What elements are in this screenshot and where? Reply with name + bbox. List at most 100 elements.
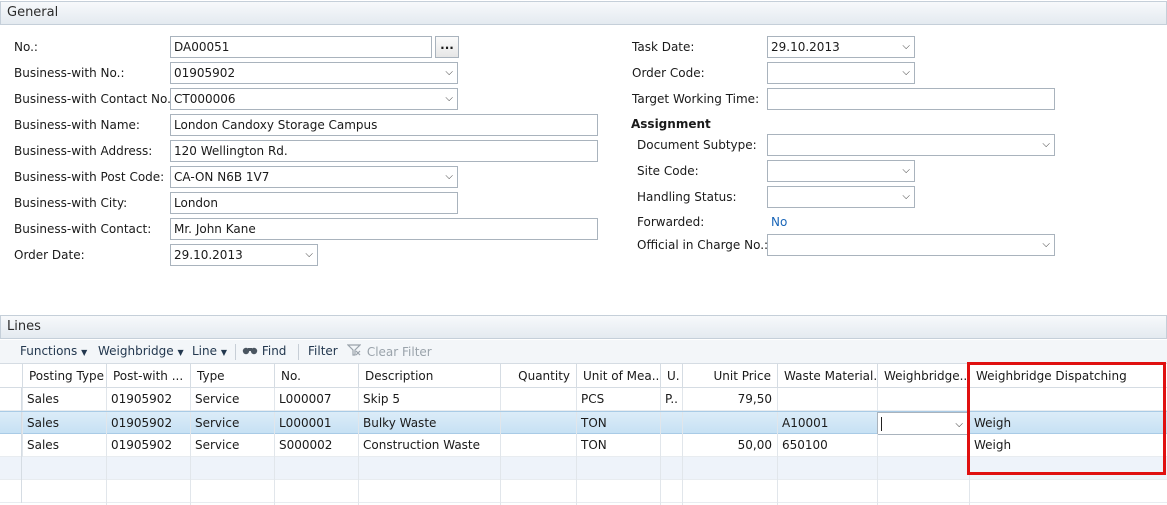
lines-toolbar: Functions ▼ Weighbridge ▼ Line ▼ Find Fi…	[0, 340, 1167, 364]
row-selector[interactable]	[0, 457, 22, 480]
column-header-post-with[interactable]: Post-with ...	[106, 364, 190, 388]
cell-weighbridge[interactable]	[877, 434, 969, 457]
column-header-quantity[interactable]: Quantity	[500, 364, 576, 388]
column-header-unit-price[interactable]: Unit Price	[682, 364, 777, 388]
column-header-unit-of-measure[interactable]: Unit of Mea...	[576, 364, 660, 388]
document-subtype-select[interactable]: ⌵	[767, 134, 1055, 156]
cell-u[interactable]	[660, 434, 682, 457]
business-with-city-input[interactable]: London	[170, 192, 458, 214]
column-header-type[interactable]: Type	[190, 364, 274, 388]
table-row-empty[interactable]	[0, 480, 1167, 503]
cell-no[interactable]: L000007	[274, 388, 358, 411]
no-assist-button[interactable]: ...	[435, 36, 459, 58]
chevron-down-icon: ⌵	[1042, 139, 1050, 150]
lines-section-header[interactable]: Lines	[0, 315, 1167, 339]
weighbridge-menu[interactable]: Weighbridge ▼	[98, 344, 184, 358]
cell-type[interactable]: Service	[190, 388, 274, 411]
cell-u[interactable]: P..	[660, 388, 682, 411]
line-menu[interactable]: Line ▼	[192, 344, 227, 358]
forwarded-label: Forwarded:	[637, 215, 705, 229]
cell-weighbridge[interactable]	[877, 388, 969, 411]
column-header-description[interactable]: Description	[358, 364, 500, 388]
table-row[interactable]: Sales 01905902 Service L000007 Skip 5 PC…	[0, 388, 1167, 411]
order-code-label: Order Code:	[632, 66, 705, 80]
cell-posting-type[interactable]: Sales	[22, 434, 106, 457]
cell-weighbridge-dispatching[interactable]: Weigh	[969, 434, 1167, 457]
business-with-address-input[interactable]: 120 Wellington Rd.	[170, 140, 598, 162]
column-header-weighbridge[interactable]: Weighbridge...	[877, 364, 969, 388]
site-code-select[interactable]: ⌵	[767, 160, 915, 182]
cell-quantity[interactable]	[500, 412, 576, 435]
column-header-no[interactable]: No.	[274, 364, 358, 388]
cell-posting-type[interactable]: Sales	[22, 412, 106, 435]
cell-unit-price[interactable]: 50,00	[682, 434, 777, 457]
cell-posting-type[interactable]: Sales	[22, 388, 106, 411]
toolbar-divider	[298, 344, 299, 360]
row-selector[interactable]	[0, 412, 22, 435]
cell-quantity[interactable]	[500, 434, 576, 457]
cell-waste-material[interactable]: 650100	[777, 434, 877, 457]
cell-u[interactable]	[660, 412, 682, 435]
official-in-charge-no-select[interactable]: ⌵	[767, 234, 1055, 256]
cell-weighbridge-dispatching[interactable]	[969, 388, 1167, 411]
filter-button[interactable]: Filter	[308, 344, 338, 358]
row-selector[interactable]	[0, 388, 22, 411]
cell-unit-price[interactable]: 79,50	[682, 388, 777, 411]
cell-weighbridge-dispatching[interactable]: Weigh	[969, 412, 1167, 435]
forwarded-value[interactable]: No	[771, 215, 787, 229]
row-selector-header[interactable]	[0, 364, 22, 388]
order-code-select[interactable]: ⌵	[767, 62, 915, 84]
cell-post-with[interactable]: 01905902	[106, 434, 190, 457]
weighbridge-cell-editor[interactable]: ⌵	[877, 412, 969, 435]
target-working-time-label: Target Working Time:	[632, 92, 760, 106]
clear-filter-button[interactable]: Clear Filter	[346, 344, 432, 359]
functions-menu[interactable]: Functions ▼	[20, 344, 87, 358]
general-section-header[interactable]: General	[0, 1, 1167, 25]
cell-no[interactable]: S000002	[274, 434, 358, 457]
table-row-selected[interactable]: Sales 01905902 Service L000001 Bulky Was…	[0, 411, 1167, 435]
business-with-contact-no-select[interactable]: CT000006 ⌵	[170, 88, 458, 110]
cell-no[interactable]: L000001	[274, 412, 358, 435]
column-header-u[interactable]: U.	[660, 364, 682, 388]
cell-description[interactable]: Construction Waste	[358, 434, 500, 457]
cell-quantity[interactable]	[500, 388, 576, 411]
chevron-down-icon: ⌵	[902, 165, 910, 176]
handling-status-select[interactable]: ⌵	[767, 186, 915, 208]
cell-unit-price[interactable]	[682, 412, 777, 435]
find-button[interactable]: Find	[242, 344, 286, 358]
column-header-posting-type[interactable]: Posting Type	[22, 364, 106, 388]
row-selector[interactable]	[0, 480, 22, 503]
cell-type[interactable]: Service	[190, 434, 274, 457]
lines-section-title: Lines	[7, 319, 41, 334]
cell-description[interactable]: Skip 5	[358, 388, 500, 411]
cell-post-with[interactable]: 01905902	[106, 388, 190, 411]
business-with-no-select[interactable]: 01905902 ⌵	[170, 62, 458, 84]
no-input[interactable]: DA00051	[170, 36, 432, 58]
cell-post-with[interactable]: 01905902	[106, 412, 190, 435]
business-with-contact-input[interactable]: Mr. John Kane	[170, 218, 598, 240]
table-row-empty[interactable]	[0, 457, 1167, 480]
cell-description[interactable]: Bulky Waste	[358, 412, 500, 435]
chevron-down-icon[interactable]: ⌵	[955, 413, 963, 434]
cell-unit-of-measure[interactable]: TON	[576, 434, 660, 457]
order-date-select[interactable]: 29.10.2013 ⌵	[170, 244, 318, 266]
target-working-time-input[interactable]	[767, 88, 1055, 110]
table-row[interactable]: Sales 01905902 Service S000002 Construct…	[0, 434, 1167, 457]
chevron-down-icon: ⌵	[902, 191, 910, 202]
cell-waste-material[interactable]	[777, 388, 877, 411]
business-with-contact-no-label: Business-with Contact No.:	[14, 92, 175, 106]
row-selector[interactable]	[0, 434, 22, 457]
order-date-label: Order Date:	[14, 248, 85, 262]
chevron-down-icon: ⌵	[305, 249, 313, 260]
cell-waste-material[interactable]: A10001	[777, 412, 877, 435]
business-with-post-code-select[interactable]: CA-ON N6B 1V7 ⌵	[170, 166, 458, 188]
cell-unit-of-measure[interactable]: TON	[576, 412, 660, 435]
cell-type[interactable]: Service	[190, 412, 274, 435]
cell-unit-of-measure[interactable]: PCS	[576, 388, 660, 411]
dropdown-arrow-icon: ▼	[177, 348, 184, 357]
column-header-weighbridge-dispatching[interactable]: Weighbridge Dispatching	[969, 364, 1167, 388]
column-header-waste-material[interactable]: Waste Material...	[777, 364, 877, 388]
task-date-select[interactable]: 29.10.2013 ⌵	[767, 36, 915, 58]
business-with-name-input[interactable]: London Candoxy Storage Campus	[170, 114, 598, 136]
grid-line	[358, 457, 359, 505]
